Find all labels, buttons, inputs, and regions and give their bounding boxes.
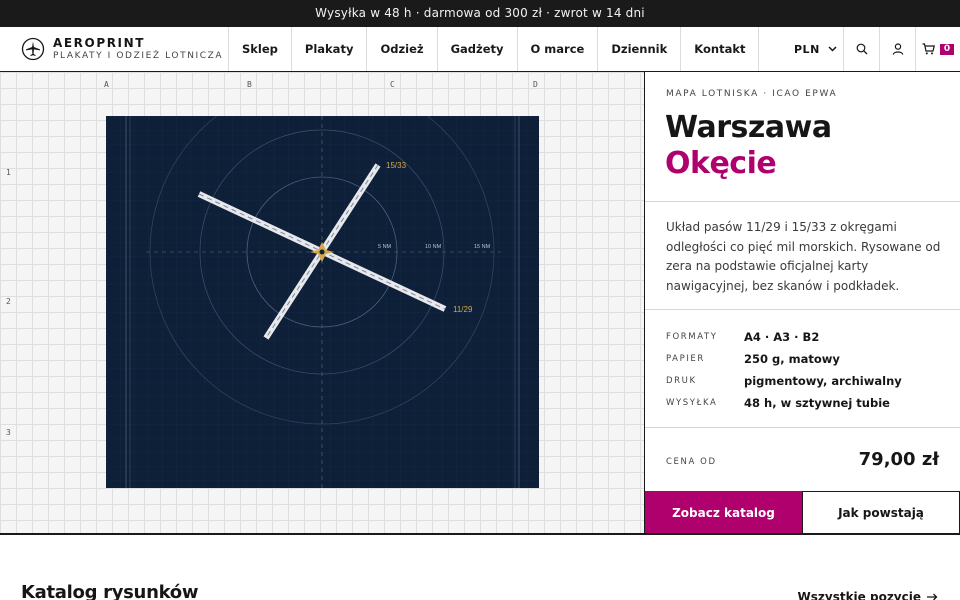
spec-row: FORMATY A4 · A3 · B2 — [666, 326, 946, 348]
main-nav: Sklep Plakaty Odzież Gadżety O marce Dzi… — [229, 27, 760, 71]
spec-key: DRUK — [666, 376, 697, 386]
product-specs: FORMATY A4 · A3 · B2 PAPIER 250 g, matow… — [666, 326, 946, 414]
spec-value: 250 g, matowy — [744, 352, 840, 366]
spec-key: PAPIER — [666, 354, 705, 364]
grid-column-label: C — [390, 80, 395, 89]
brand-logo[interactable]: AEROPRINT PLAKATY I ODZIEŻ LOTNICZA — [0, 27, 229, 71]
search-button[interactable] — [844, 27, 880, 71]
catalog-section-title: Katalog rysunków — [21, 582, 199, 600]
currency-select[interactable]: PLN — [778, 27, 844, 71]
nav-item-sklep[interactable]: Sklep — [229, 27, 292, 71]
price-label: CENA OD — [666, 457, 717, 467]
brand-name: AEROPRINT — [53, 36, 146, 50]
nav-item-dziennik[interactable]: Dziennik — [598, 27, 682, 71]
site-header: AEROPRINT PLAKATY I ODZIEŻ LOTNICZA Skle… — [0, 27, 960, 72]
cart-icon — [922, 43, 935, 55]
announcement-bar: Wysyłka w 48 h · darmowa od 300 zł · zwr… — [0, 0, 960, 27]
nav-item-kontakt[interactable]: Kontakt — [681, 27, 760, 71]
divider — [645, 427, 960, 428]
grid-row-label: 1 — [6, 168, 11, 177]
currency-value: PLN — [794, 42, 820, 56]
divider — [645, 309, 960, 310]
divider — [645, 201, 960, 202]
cart-count-badge: 0 — [939, 43, 955, 55]
spec-key: WYSYŁKA — [666, 398, 718, 408]
chevron-down-icon — [828, 46, 837, 52]
product-kicker: MAPA LOTNISKA · ICAO EPWA — [666, 89, 838, 99]
product-title: Warszawa — [665, 110, 832, 145]
spec-row: DRUK pigmentowy, archiwalny — [666, 370, 946, 392]
nav-item-plakaty[interactable]: Plakaty — [292, 27, 368, 71]
spec-value: pigmentowy, archiwalny — [744, 374, 902, 388]
all-items-link-label: Wszystkie pozycje — [797, 590, 921, 600]
nav-item-gadzety[interactable]: Gadżety — [438, 27, 518, 71]
spec-row: PAPIER 250 g, matowy — [666, 348, 946, 370]
runway-label-11-29: 11/29 — [453, 305, 473, 314]
brand-tagline: PLAKATY I ODZIEŻ LOTNICZA — [53, 51, 224, 61]
runway-label-15-33: 15/33 — [386, 161, 407, 170]
ring-label: 5 NM — [378, 244, 392, 250]
grid-column-label: A — [104, 80, 109, 89]
product-subtitle: Okęcie — [665, 146, 777, 181]
product-info-panel: MAPA LOTNISKA · ICAO EPWA Warszawa Okęci… — [645, 72, 960, 534]
nav-item-o-marce[interactable]: O marce — [518, 27, 599, 71]
section-divider — [0, 533, 960, 535]
nav-item-odziez[interactable]: Odzież — [367, 27, 438, 71]
airport-map: 15/33 11/29 5 NM 10 NM 15 NM — [106, 116, 539, 488]
arrow-right-icon — [927, 593, 938, 600]
user-icon — [892, 43, 903, 55]
spec-value: A4 · A3 · B2 — [744, 330, 820, 344]
ring-label: 15 NM — [474, 244, 491, 250]
how-made-button[interactable]: Jak powstają — [802, 491, 960, 534]
poster-preview-canvas: A B C D 1 2 3 15/33 11/29 5 NM 10 NM 15 … — [0, 72, 645, 534]
grid-column-label: D — [533, 80, 538, 89]
product-description: Układ pasów 11/29 i 15/33 z okręgami odl… — [666, 220, 941, 293]
spec-key: FORMATY — [666, 332, 718, 342]
spec-row: WYSYŁKA 48 h, w sztywnej tubie — [666, 392, 946, 414]
account-button[interactable] — [880, 27, 916, 71]
cart-button[interactable]: 0 — [916, 27, 960, 71]
grid-row-label: 2 — [6, 297, 11, 306]
spec-value: 48 h, w sztywnej tubie — [744, 396, 890, 410]
airplane-icon — [21, 37, 45, 61]
view-catalog-button[interactable]: Zobacz katalog — [645, 491, 802, 534]
header-tools: PLN 0 — [778, 27, 960, 71]
price-value: 79,00 zł — [858, 449, 939, 470]
grid-row-label: 3 — [6, 428, 11, 437]
all-items-link[interactable]: Wszystkie pozycje — [798, 590, 938, 600]
ring-label: 10 NM — [425, 244, 442, 250]
search-icon — [856, 43, 867, 55]
grid-column-label: B — [247, 80, 252, 89]
